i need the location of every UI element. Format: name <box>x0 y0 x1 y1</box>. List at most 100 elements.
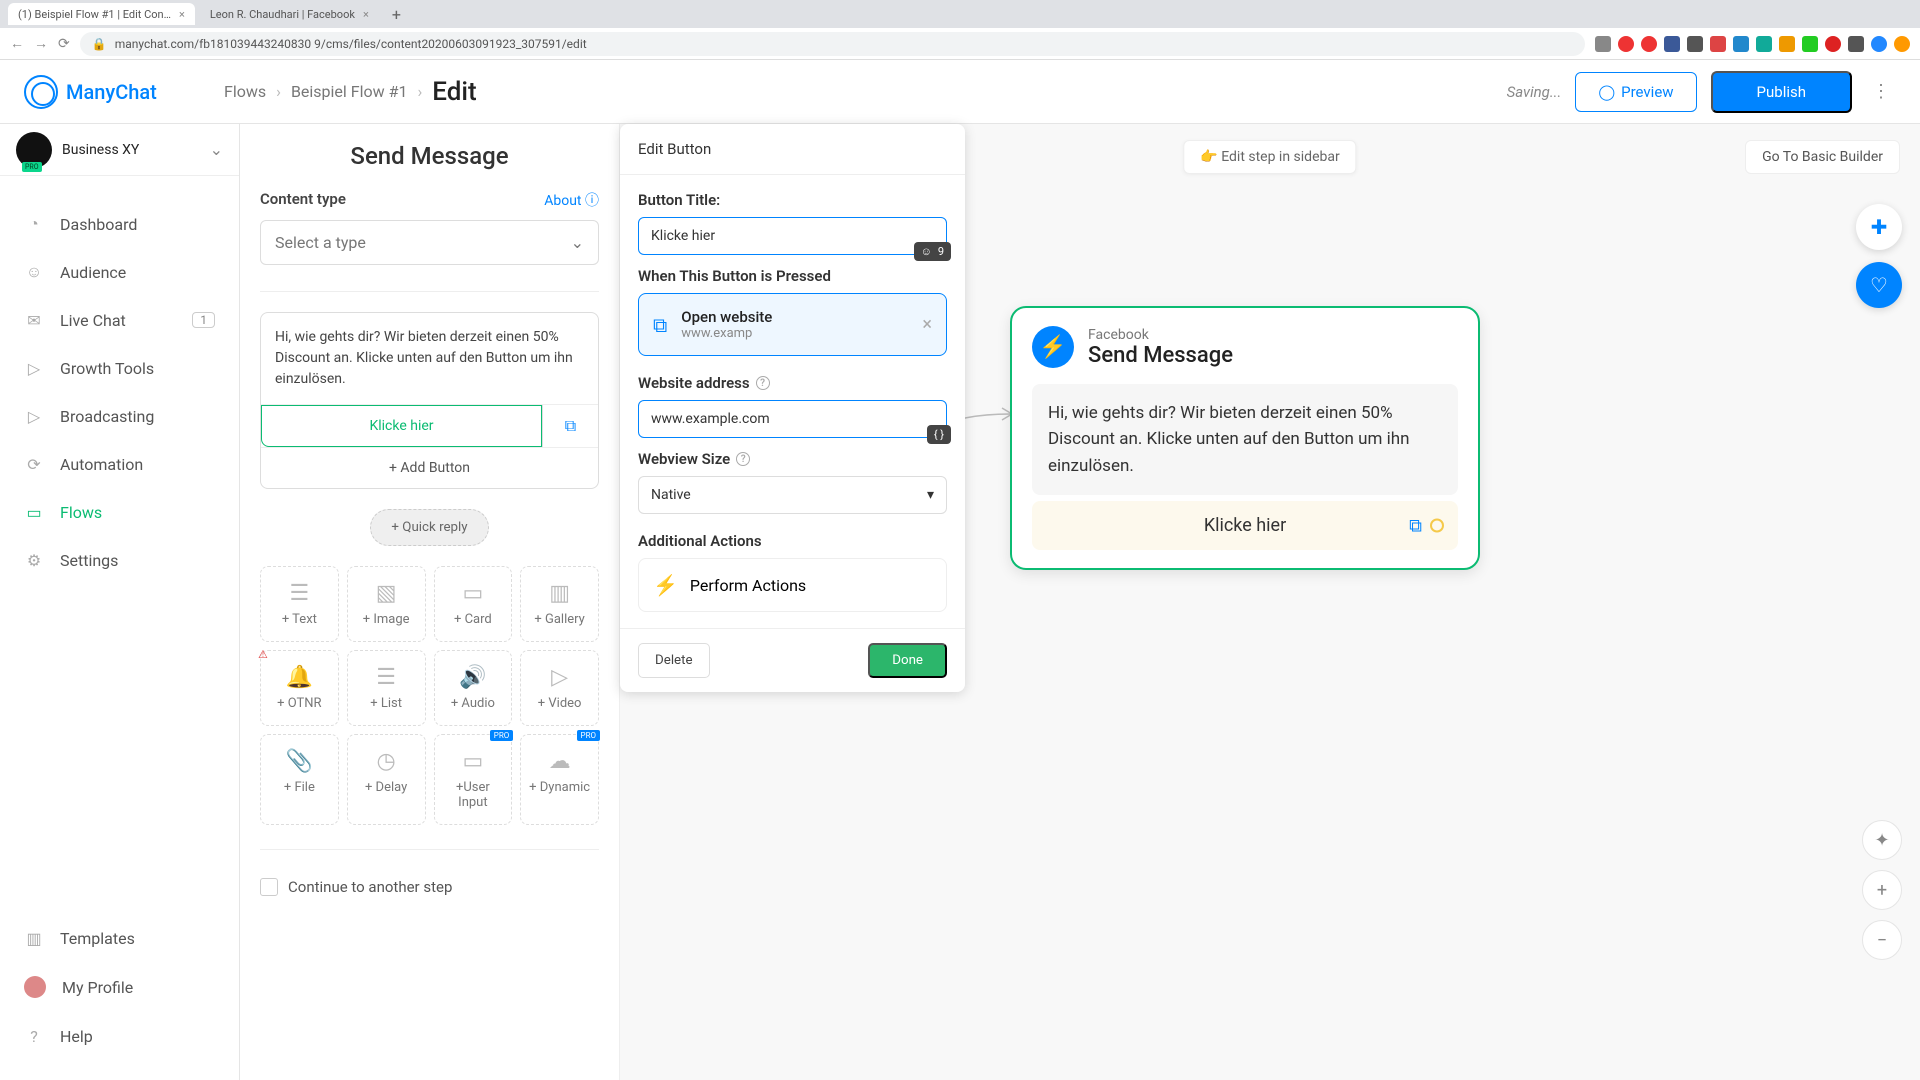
chevron-right-icon: › <box>276 82 281 101</box>
content-type-select[interactable]: Select a type ⌄ <box>260 220 599 265</box>
block-dynamic[interactable]: PRO☁+ Dynamic <box>520 734 599 825</box>
breadcrumb-item[interactable]: Beispiel Flow #1 <box>291 82 408 101</box>
workspace-selector[interactable]: Business XY ⌄ <box>0 124 239 176</box>
add-step-button[interactable]: ✚ <box>1856 204 1902 250</box>
flow-node[interactable]: ⚡ Facebook Send Message Hi, wie gehts di… <box>1010 306 1480 570</box>
help-icon[interactable]: ? <box>756 376 770 390</box>
message-block[interactable]: Hi, wie gehts dir? Wir bieten derzeit ei… <box>260 312 599 489</box>
block-card[interactable]: ▭+ Card <box>434 566 513 642</box>
preview-float-button[interactable]: ♡ <box>1856 262 1902 308</box>
zoom-out-button[interactable]: − <box>1862 920 1902 960</box>
file-icon: 📎 <box>267 749 332 774</box>
breadcrumb-item[interactable]: Flows <box>224 82 266 101</box>
chat-icon: ✉ <box>24 310 44 330</box>
delete-button[interactable]: Delete <box>638 643 710 678</box>
clock-icon: ◷ <box>354 749 419 774</box>
browser-tab[interactable]: Leon R. Chaudhari | Facebook × <box>200 3 379 25</box>
button-title-input[interactable] <box>638 217 947 255</box>
perform-actions-card[interactable]: ⚡ Perform Actions <box>638 558 947 612</box>
fit-view-button[interactable]: ✦ <box>1862 820 1902 860</box>
about-link[interactable]: About ⓘ <box>544 190 599 210</box>
help-icon[interactable]: ? <box>736 452 750 466</box>
back-icon[interactable]: ← <box>10 35 24 52</box>
sidebar-item-livechat[interactable]: ✉Live Chat1 <box>0 296 239 344</box>
link-icon: ⧉ <box>1409 515 1422 536</box>
block-text[interactable]: ☰+ Text <box>260 566 339 642</box>
add-button[interactable]: + Add Button <box>261 447 598 488</box>
reload-icon[interactable]: ⟳ <box>58 36 70 52</box>
breadcrumb: Flows › Beispiel Flow #1 › Edit <box>224 77 477 107</box>
preview-button[interactable]: ◯ Preview <box>1575 72 1696 112</box>
additional-actions-label: Additional Actions <box>638 532 947 550</box>
link-icon[interactable]: ⧉ <box>542 405 598 447</box>
block-list[interactable]: ☰+ List <box>347 650 426 726</box>
chevron-down-icon: ▾ <box>927 487 934 503</box>
remove-action-icon[interactable]: × <box>922 314 932 335</box>
sidebar-item-audience[interactable]: ☺Audience <box>0 248 239 296</box>
node-title: Send Message <box>1088 343 1233 368</box>
list-icon: ☰ <box>354 665 419 690</box>
url-input[interactable]: 🔒 manychat.com/fb181039443240830 9/cms/f… <box>80 32 1585 56</box>
sidebar-item-growth[interactable]: ▷Growth Tools <box>0 344 239 392</box>
done-button[interactable]: Done <box>868 643 947 678</box>
editor-panel: Send Message Content type About ⓘ Select… <box>240 124 620 1080</box>
block-file[interactable]: 📎+ File <box>260 734 339 825</box>
broadcast-icon: ▷ <box>24 406 44 426</box>
sidebar-item-dashboard[interactable]: ◔Dashboard <box>0 200 239 248</box>
help-icon: ? <box>24 1026 44 1046</box>
website-address-input[interactable] <box>638 400 947 438</box>
divider <box>260 849 599 850</box>
message-button[interactable]: Klicke hier <box>261 405 542 447</box>
link-icon: ⧉ <box>653 313 667 337</box>
zoom-in-button[interactable]: + <box>1862 870 1902 910</box>
block-userinput[interactable]: PRO▭+User Input <box>434 734 513 825</box>
gauge-icon: ◔ <box>24 214 44 234</box>
quick-reply-button[interactable]: + Quick reply <box>370 509 488 546</box>
publish-button[interactable]: Publish <box>1711 71 1852 113</box>
sidebar-item-settings[interactable]: ⚙Settings <box>0 536 239 584</box>
browser-tab-active[interactable]: (1) Beispiel Flow #1 | Edit Con… × <box>8 3 195 25</box>
sidebar-item-broadcasting[interactable]: ▷Broadcasting <box>0 392 239 440</box>
new-tab-button[interactable]: + <box>384 5 409 24</box>
sidebar-item-profile[interactable]: My Profile <box>0 962 239 1012</box>
block-otnr[interactable]: ⚠🔔+ OTNR <box>260 650 339 726</box>
node-button[interactable]: Klicke hier ⧉ <box>1032 501 1458 550</box>
block-delay[interactable]: ◷+ Delay <box>347 734 426 825</box>
close-icon[interactable]: × <box>179 8 185 21</box>
gallery-icon: ▥ <box>527 581 592 606</box>
chevron-down-icon: ⌄ <box>571 233 584 252</box>
saving-status: Saving... <box>1507 83 1562 101</box>
emoji-icon[interactable]: ☺ <box>921 245 932 258</box>
logo[interactable]: ManyChat <box>24 75 224 109</box>
continue-checkbox-row[interactable]: Continue to another step <box>260 878 599 896</box>
basic-builder-button[interactable]: Go To Basic Builder <box>1745 140 1900 174</box>
block-image[interactable]: ▧+ Image <box>347 566 426 642</box>
sidebar-item-templates[interactable]: ▥Templates <box>0 914 239 962</box>
image-icon: ▧ <box>354 581 419 606</box>
tab-title: Leon R. Chaudhari | Facebook <box>210 8 355 21</box>
input-icon: ▭ <box>441 749 506 774</box>
send-icon: ▷ <box>24 358 44 378</box>
block-audio[interactable]: 🔊+ Audio <box>434 650 513 726</box>
sidebar: Business XY ⌄ ◔Dashboard ☺Audience ✉Live… <box>0 124 240 1080</box>
more-menu-icon[interactable]: ⋮ <box>1866 81 1896 102</box>
sidebar-item-help[interactable]: ?Help <box>0 1012 239 1060</box>
edit-step-button[interactable]: 👉 Edit step in sidebar <box>1183 140 1356 174</box>
action-open-website[interactable]: ⧉ Open website www.examp × <box>638 293 947 356</box>
app-top-bar: ManyChat Flows › Beispiel Flow #1 › Edit… <box>0 60 1920 124</box>
sidebar-item-flows[interactable]: ▭Flows <box>0 488 239 536</box>
audio-icon: 🔊 <box>441 665 506 690</box>
webview-size-select[interactable]: Native ▾ <box>638 476 947 514</box>
block-gallery[interactable]: ▥+ Gallery <box>520 566 599 642</box>
connector-port[interactable] <box>1430 519 1444 533</box>
extension-icons <box>1595 36 1910 52</box>
forward-icon[interactable]: → <box>34 35 48 52</box>
button-title-label: Button Title: <box>638 191 947 209</box>
block-video[interactable]: ▷+ Video <box>520 650 599 726</box>
close-icon[interactable]: × <box>363 8 369 21</box>
message-text[interactable]: Hi, wie gehts dir? Wir bieten derzeit ei… <box>261 313 598 404</box>
sidebar-item-automation[interactable]: ⟳Automation <box>0 440 239 488</box>
checkbox[interactable] <box>260 878 278 896</box>
popover-title: Edit Button <box>620 124 965 175</box>
variable-insert-button[interactable]: { } <box>927 425 951 444</box>
